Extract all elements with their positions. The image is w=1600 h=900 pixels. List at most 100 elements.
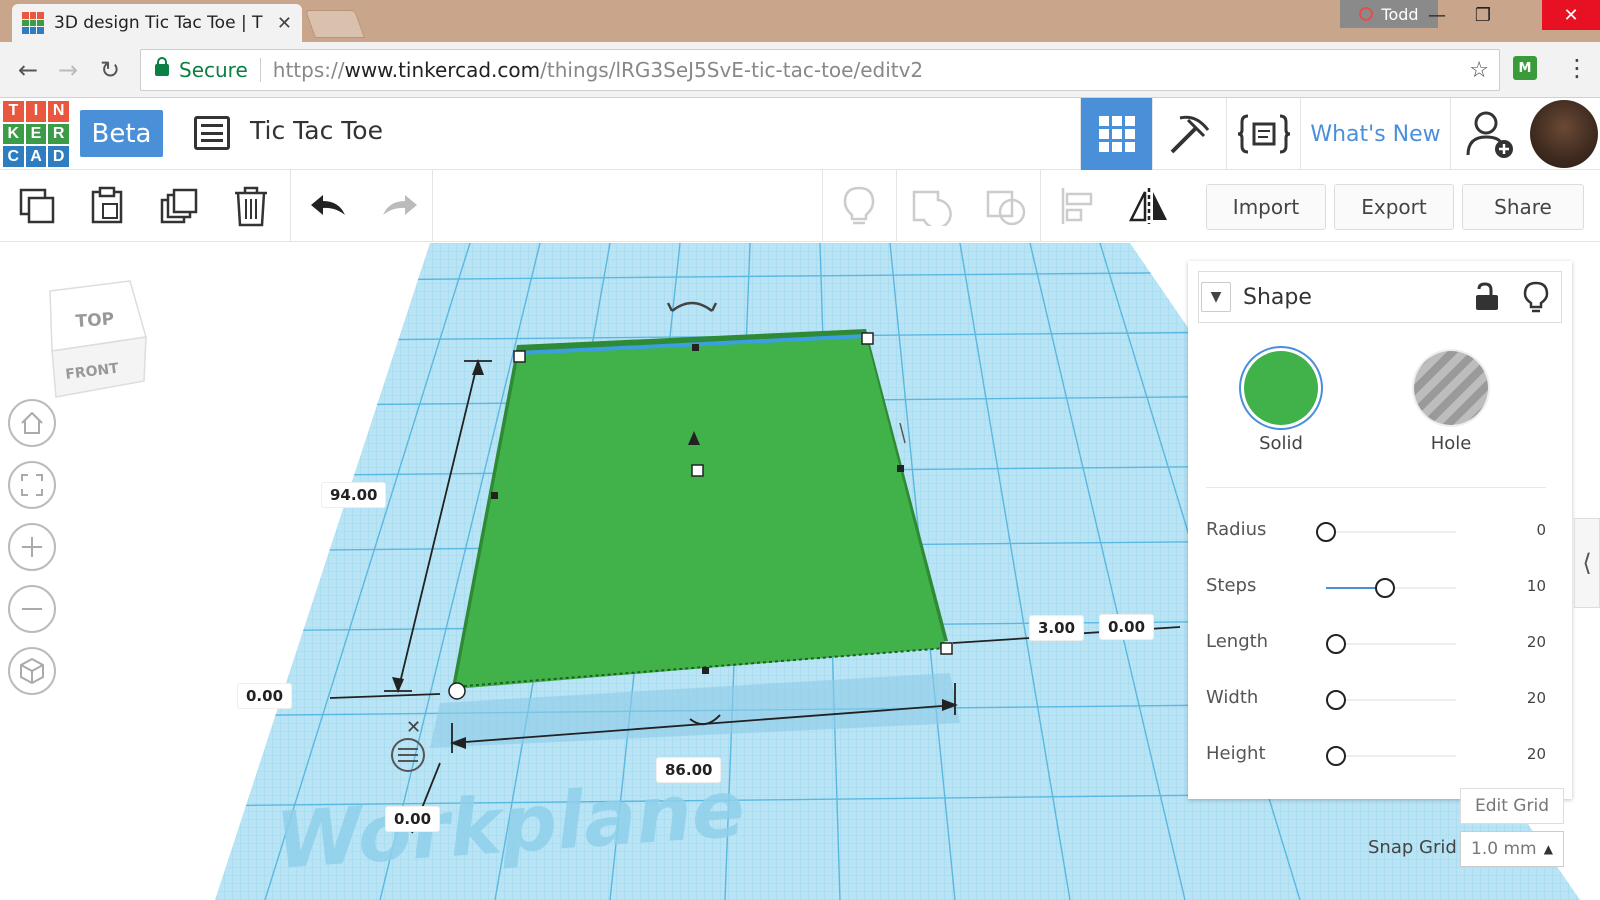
3d-viewport[interactable]: ✕ Workplane 94.00 86.00 3.00 0.00 0.00 0… [0, 243, 1600, 900]
property-value[interactable]: 20 [1527, 633, 1546, 651]
new-tab-button[interactable] [304, 10, 366, 38]
select-caret-icon: ▲ [1543, 842, 1553, 856]
import-button[interactable]: Import [1206, 184, 1326, 230]
browser-title-bar: 3D design Tic Tac Toe | T ✕ Todd — ❐ ✕ [0, 0, 1600, 42]
whats-new-button[interactable]: What's New [1300, 98, 1450, 170]
paste-icon [91, 186, 123, 224]
url-path: /things/lRG3SeJ5SvE-tic-tac-toe/editv2 [540, 58, 924, 82]
property-label: Width [1206, 687, 1259, 708]
green-box-shape[interactable] [455, 336, 946, 689]
share-button[interactable]: Share [1462, 184, 1584, 230]
view-cube-top-label[interactable]: TOP [75, 309, 115, 332]
slider-knob[interactable] [1316, 522, 1336, 542]
hole-swatch[interactable] [1414, 351, 1488, 425]
tinkercad-favicon-icon [22, 12, 44, 34]
snap-grid-select[interactable]: 1.0 mm ▲ [1460, 831, 1564, 867]
mirror-button[interactable] [1124, 170, 1174, 242]
minimize-icon[interactable]: — [1414, 0, 1460, 30]
user-avatar[interactable] [1530, 100, 1598, 168]
browser-tab[interactable]: 3D design Tic Tac Toe | T ✕ [12, 4, 302, 42]
slider-knob[interactable] [1375, 578, 1395, 598]
unlock-icon[interactable] [1473, 282, 1501, 312]
codeblocks-view-button[interactable] [1226, 98, 1300, 170]
solid-color-swatch[interactable] [1244, 351, 1318, 425]
copy-icon [19, 188, 55, 224]
property-slider[interactable] [1316, 522, 1456, 542]
tinkercad-logo[interactable]: TIN KER CAD [3, 101, 69, 167]
property-slider[interactable] [1326, 690, 1456, 710]
slider-knob[interactable] [1326, 634, 1346, 654]
property-value[interactable]: 20 [1527, 745, 1546, 763]
paste-button[interactable] [82, 170, 132, 242]
align-icon [1061, 188, 1093, 224]
property-slider[interactable] [1326, 634, 1456, 654]
address-bar: ← → ↻ Secure https://www.tinkercad.com/t… [0, 42, 1600, 98]
trash-icon [235, 186, 267, 227]
logo-letter: I [25, 101, 47, 122]
right-offset-label[interactable]: 0.00 [1100, 615, 1154, 639]
zoom-out-button[interactable] [8, 585, 56, 633]
height-dimension-label[interactable]: 3.00 [1030, 616, 1084, 640]
url-input[interactable]: Secure https://www.tinkercad.com/things/… [140, 49, 1500, 91]
property-slider[interactable] [1326, 746, 1456, 766]
logo-letter: D [48, 146, 69, 167]
reload-icon[interactable]: ↻ [94, 54, 126, 86]
view-cube[interactable]: TOP FRONT [48, 279, 152, 399]
fit-view-button[interactable] [8, 461, 56, 509]
notes-button[interactable] [834, 170, 884, 242]
property-height: Height 20 [1206, 735, 1546, 775]
blocks-view-button[interactable] [1152, 98, 1226, 170]
slider-knob[interactable] [1326, 746, 1346, 766]
solid-label: Solid [1259, 433, 1303, 454]
align-button[interactable] [1052, 170, 1102, 242]
delete-button[interactable] [226, 170, 276, 242]
zoom-in-button[interactable] [8, 523, 56, 571]
solid-option[interactable]: Solid [1244, 351, 1318, 454]
width-dimension-label[interactable]: 86.00 [657, 758, 721, 782]
home-icon [21, 411, 43, 434]
tab-close-icon[interactable]: ✕ [277, 13, 292, 34]
slider-knob[interactable] [1326, 690, 1346, 710]
depth-dimension-label[interactable]: 94.00 [322, 483, 386, 507]
redo-button[interactable] [374, 170, 424, 242]
back-icon[interactable]: ← [12, 54, 44, 86]
add-user-button[interactable] [1450, 98, 1528, 170]
extension-icon[interactable]: M [1513, 56, 1537, 80]
ungroup-button[interactable] [980, 170, 1032, 242]
left-offset-label[interactable]: 0.00 [238, 684, 292, 708]
copy-button[interactable] [12, 170, 62, 242]
group-button[interactable] [906, 170, 958, 242]
front-offset-label[interactable]: 0.00 [386, 807, 440, 831]
property-value[interactable]: 0 [1536, 521, 1546, 539]
design-list-icon[interactable] [194, 116, 230, 150]
property-value[interactable]: 20 [1527, 689, 1546, 707]
edit-grid-button[interactable]: Edit Grid [1460, 788, 1564, 824]
home-view-button[interactable] [8, 399, 56, 447]
forward-icon[interactable]: → [52, 54, 84, 86]
toolbar-separator [290, 170, 291, 242]
close-icon[interactable]: ✕ [406, 717, 421, 738]
logo-letter: A [25, 146, 47, 167]
bookmark-star-icon[interactable]: ☆ [1469, 58, 1489, 83]
toolbar-separator [822, 170, 823, 242]
collapse-caret-icon[interactable]: ▼ [1201, 282, 1231, 312]
property-slider[interactable] [1326, 578, 1456, 598]
undo-button[interactable] [304, 170, 354, 242]
window-close-icon[interactable]: ✕ [1542, 0, 1600, 30]
perspective-button[interactable] [8, 647, 56, 695]
duplicate-button[interactable] [154, 170, 204, 242]
panel-expand-tab[interactable]: ⟨ [1574, 518, 1600, 608]
url-prefix: https:// [272, 58, 345, 82]
design-title[interactable]: Tic Tac Toe [250, 116, 383, 145]
export-button[interactable]: Export [1334, 184, 1454, 230]
hole-option[interactable]: Hole [1414, 351, 1488, 454]
browser-menu-icon[interactable]: ⋮ [1565, 54, 1589, 82]
beta-badge[interactable]: Beta [80, 110, 163, 157]
shape-inspector-panel: ▼ Shape Solid Hole Radius 0 Steps 10 Length 2… [1188, 261, 1572, 799]
property-value[interactable]: 10 [1527, 577, 1546, 595]
tab-title: 3D design Tic Tac Toe | T [54, 13, 263, 33]
restore-icon[interactable]: ❐ [1460, 0, 1506, 30]
lightbulb-icon[interactable] [1523, 281, 1549, 313]
3d-design-view-button[interactable] [1080, 98, 1152, 170]
app-header: TIN KER CAD Beta Tic Tac Toe What's New [0, 98, 1600, 170]
